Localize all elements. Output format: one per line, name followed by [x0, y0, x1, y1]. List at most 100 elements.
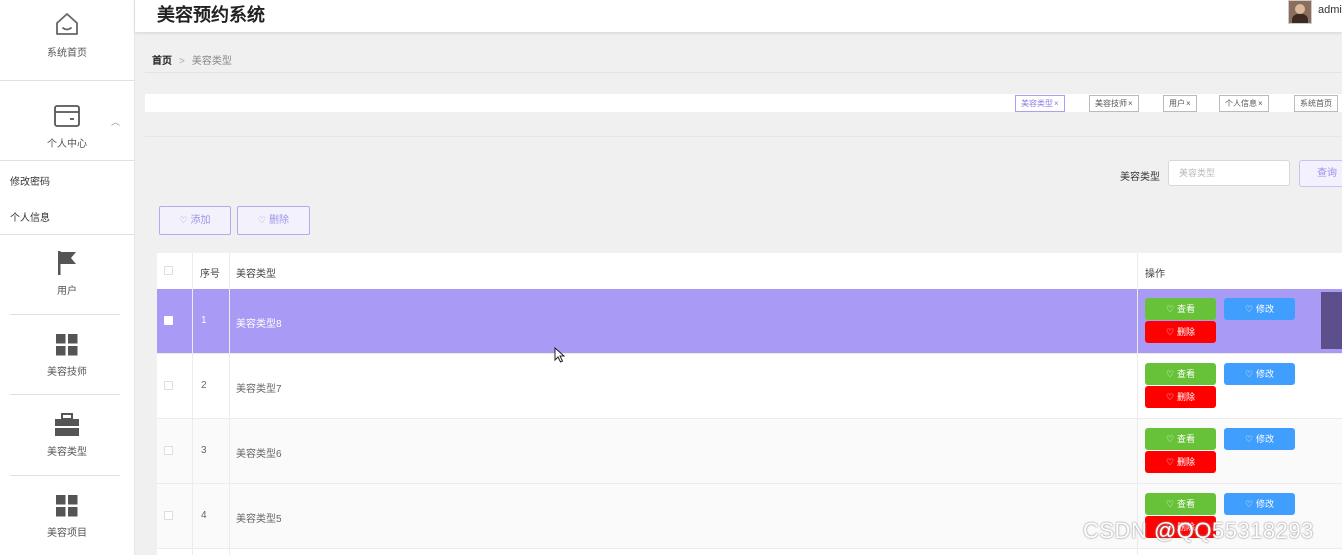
add-button-label: 添加	[190, 215, 211, 226]
view-button-label: 查看	[1177, 369, 1196, 379]
row-checkbox[interactable]	[164, 381, 173, 390]
sidebar-item-beauty-project-label: 美容项目	[47, 528, 87, 539]
edit-button[interactable]: ♡ 修改	[1224, 428, 1295, 450]
view-button-label: 查看	[1177, 304, 1196, 314]
breadcrumb-divider	[145, 72, 1342, 73]
table-row[interactable]: 2 美容类型7 ♡ 查看 ♡ 修改 ♡ 删除	[157, 354, 1342, 419]
tag-beauty-type[interactable]: 美容类型×	[1015, 95, 1065, 112]
grid-icon	[56, 495, 78, 517]
row-delete-button-label: 删除	[1177, 457, 1196, 467]
user-name[interactable]: admi	[1318, 4, 1342, 16]
breadcrumb-current: 美容类型	[191, 56, 232, 67]
sidebar-divider	[10, 394, 120, 395]
heart-icon: ♡	[1165, 457, 1175, 467]
search-button[interactable]: 查询	[1299, 160, 1342, 187]
sidebar-divider	[0, 234, 134, 235]
row-delete-button[interactable]: ♡ 删除	[1145, 321, 1216, 343]
heart-icon: ♡	[1165, 327, 1175, 337]
heart-icon: ♡	[1244, 304, 1254, 314]
edit-button-label: 修改	[1256, 304, 1275, 314]
sidebar-item-beauty-project[interactable]: 美容项目	[0, 494, 134, 539]
edit-button-label: 修改	[1256, 369, 1275, 379]
heart-icon: ♡	[1244, 369, 1254, 379]
tag-label: 美容类型	[1021, 99, 1053, 108]
tag-personal-info[interactable]: 个人信息×	[1219, 95, 1269, 112]
close-icon[interactable]: ×	[1258, 99, 1263, 108]
watermark: CSDN @QQ55318293	[1083, 518, 1314, 543]
sidebar-item-technician-label: 美容技师	[47, 367, 87, 378]
breadcrumb-home[interactable]: 首页	[152, 56, 172, 67]
grid-icon	[56, 334, 78, 356]
column-divider	[229, 253, 230, 555]
close-icon[interactable]: ×	[1186, 99, 1191, 108]
row-type: 美容类型6	[236, 449, 282, 460]
view-button-label: 查看	[1177, 499, 1196, 509]
close-icon[interactable]: ×	[1128, 99, 1133, 108]
briefcase-icon	[55, 413, 79, 436]
search-input[interactable]	[1168, 160, 1290, 186]
column-divider	[192, 253, 193, 555]
row-delete-button-label: 删除	[1177, 327, 1196, 337]
sidebar-item-beauty-type[interactable]: 美容类型	[0, 413, 134, 458]
tag-label: 系统首页	[1300, 99, 1332, 108]
tag-label: 美容技师	[1095, 99, 1127, 108]
sidebar-item-personal-info[interactable]: 个人信息	[10, 209, 50, 224]
table-row[interactable]: 3 美容类型6 ♡ 查看 ♡ 修改 ♡ 删除	[157, 419, 1342, 484]
data-table: 序号 美容类型 操作 1 美容类型8 ♡ 查看 ♡ 修改 ♡ 删除 2 美容类型7 ♡…	[157, 253, 1342, 555]
sidebar-divider	[10, 314, 120, 315]
sidebar-item-change-password[interactable]: 修改密码	[10, 173, 50, 188]
chevron-up-icon[interactable]: ︿	[111, 115, 120, 128]
row-index: 4	[201, 510, 207, 521]
row-checkbox[interactable]	[164, 446, 173, 455]
add-button[interactable]: ♡ 添加	[159, 206, 231, 235]
heart-icon: ♡	[1165, 369, 1175, 379]
row-checkbox[interactable]	[164, 511, 173, 520]
row-index: 1	[201, 315, 207, 326]
tag-home[interactable]: 系统首页	[1294, 95, 1338, 112]
sidebar-item-technician[interactable]: 美容技师	[0, 333, 134, 378]
sidebar-item-home[interactable]: 系统首页	[0, 10, 134, 59]
tag-user[interactable]: 用户×	[1163, 95, 1197, 112]
row-checkbox[interactable]	[164, 316, 173, 325]
delete-button-label: 删除	[269, 215, 290, 226]
edit-button[interactable]: ♡ 修改	[1224, 298, 1295, 320]
sidebar-divider	[10, 475, 120, 476]
heart-icon: ♡	[257, 215, 267, 225]
breadcrumb: 首页 > 美容类型	[152, 52, 232, 67]
sidebar-divider	[0, 80, 134, 81]
view-button[interactable]: ♡ 查看	[1145, 428, 1216, 450]
tag-technician[interactable]: 美容技师×	[1089, 95, 1139, 112]
column-divider	[1137, 253, 1138, 555]
edit-button-label: 修改	[1256, 434, 1275, 444]
view-button-label: 查看	[1177, 434, 1196, 444]
view-button[interactable]: ♡ 查看	[1145, 363, 1216, 385]
row-delete-button[interactable]: ♡ 删除	[1145, 386, 1216, 408]
tag-label: 个人信息	[1225, 99, 1257, 108]
avatar[interactable]	[1288, 0, 1312, 24]
row-index: 2	[201, 380, 207, 391]
heart-icon: ♡	[1244, 499, 1254, 509]
heart-icon: ♡	[179, 215, 188, 225]
heart-icon: ♡	[1165, 392, 1175, 402]
select-all-checkbox[interactable]	[164, 266, 173, 275]
table-row[interactable]: 1 美容类型8 ♡ 查看 ♡ 修改 ♡ 删除	[157, 289, 1342, 354]
app-title: 美容预约系统	[157, 5, 265, 25]
sidebar-item-beauty-type-label: 美容类型	[47, 447, 87, 458]
view-button[interactable]: ♡ 查看	[1145, 493, 1216, 515]
delete-button[interactable]: ♡ 删除	[237, 206, 310, 235]
cursor-icon	[554, 347, 566, 363]
close-icon[interactable]: ×	[1054, 99, 1059, 108]
heart-icon: ♡	[1165, 499, 1175, 509]
edit-button[interactable]: ♡ 修改	[1224, 363, 1295, 385]
sidebar-divider	[0, 160, 134, 161]
sidebar-item-home-label: 系统首页	[47, 48, 87, 59]
row-type: 美容类型8	[236, 319, 282, 330]
row-delete-button[interactable]: ♡ 删除	[1145, 451, 1216, 473]
edit-button[interactable]: ♡ 修改	[1224, 493, 1295, 515]
row-delete-button-label: 删除	[1177, 392, 1196, 402]
table-header: 序号 美容类型 操作	[157, 253, 1342, 290]
overflow-button[interactable]	[1321, 292, 1342, 349]
sidebar-item-user-label: 用户	[57, 286, 77, 297]
view-button[interactable]: ♡ 查看	[1145, 298, 1216, 320]
sidebar-item-user[interactable]: 用户	[0, 250, 134, 297]
